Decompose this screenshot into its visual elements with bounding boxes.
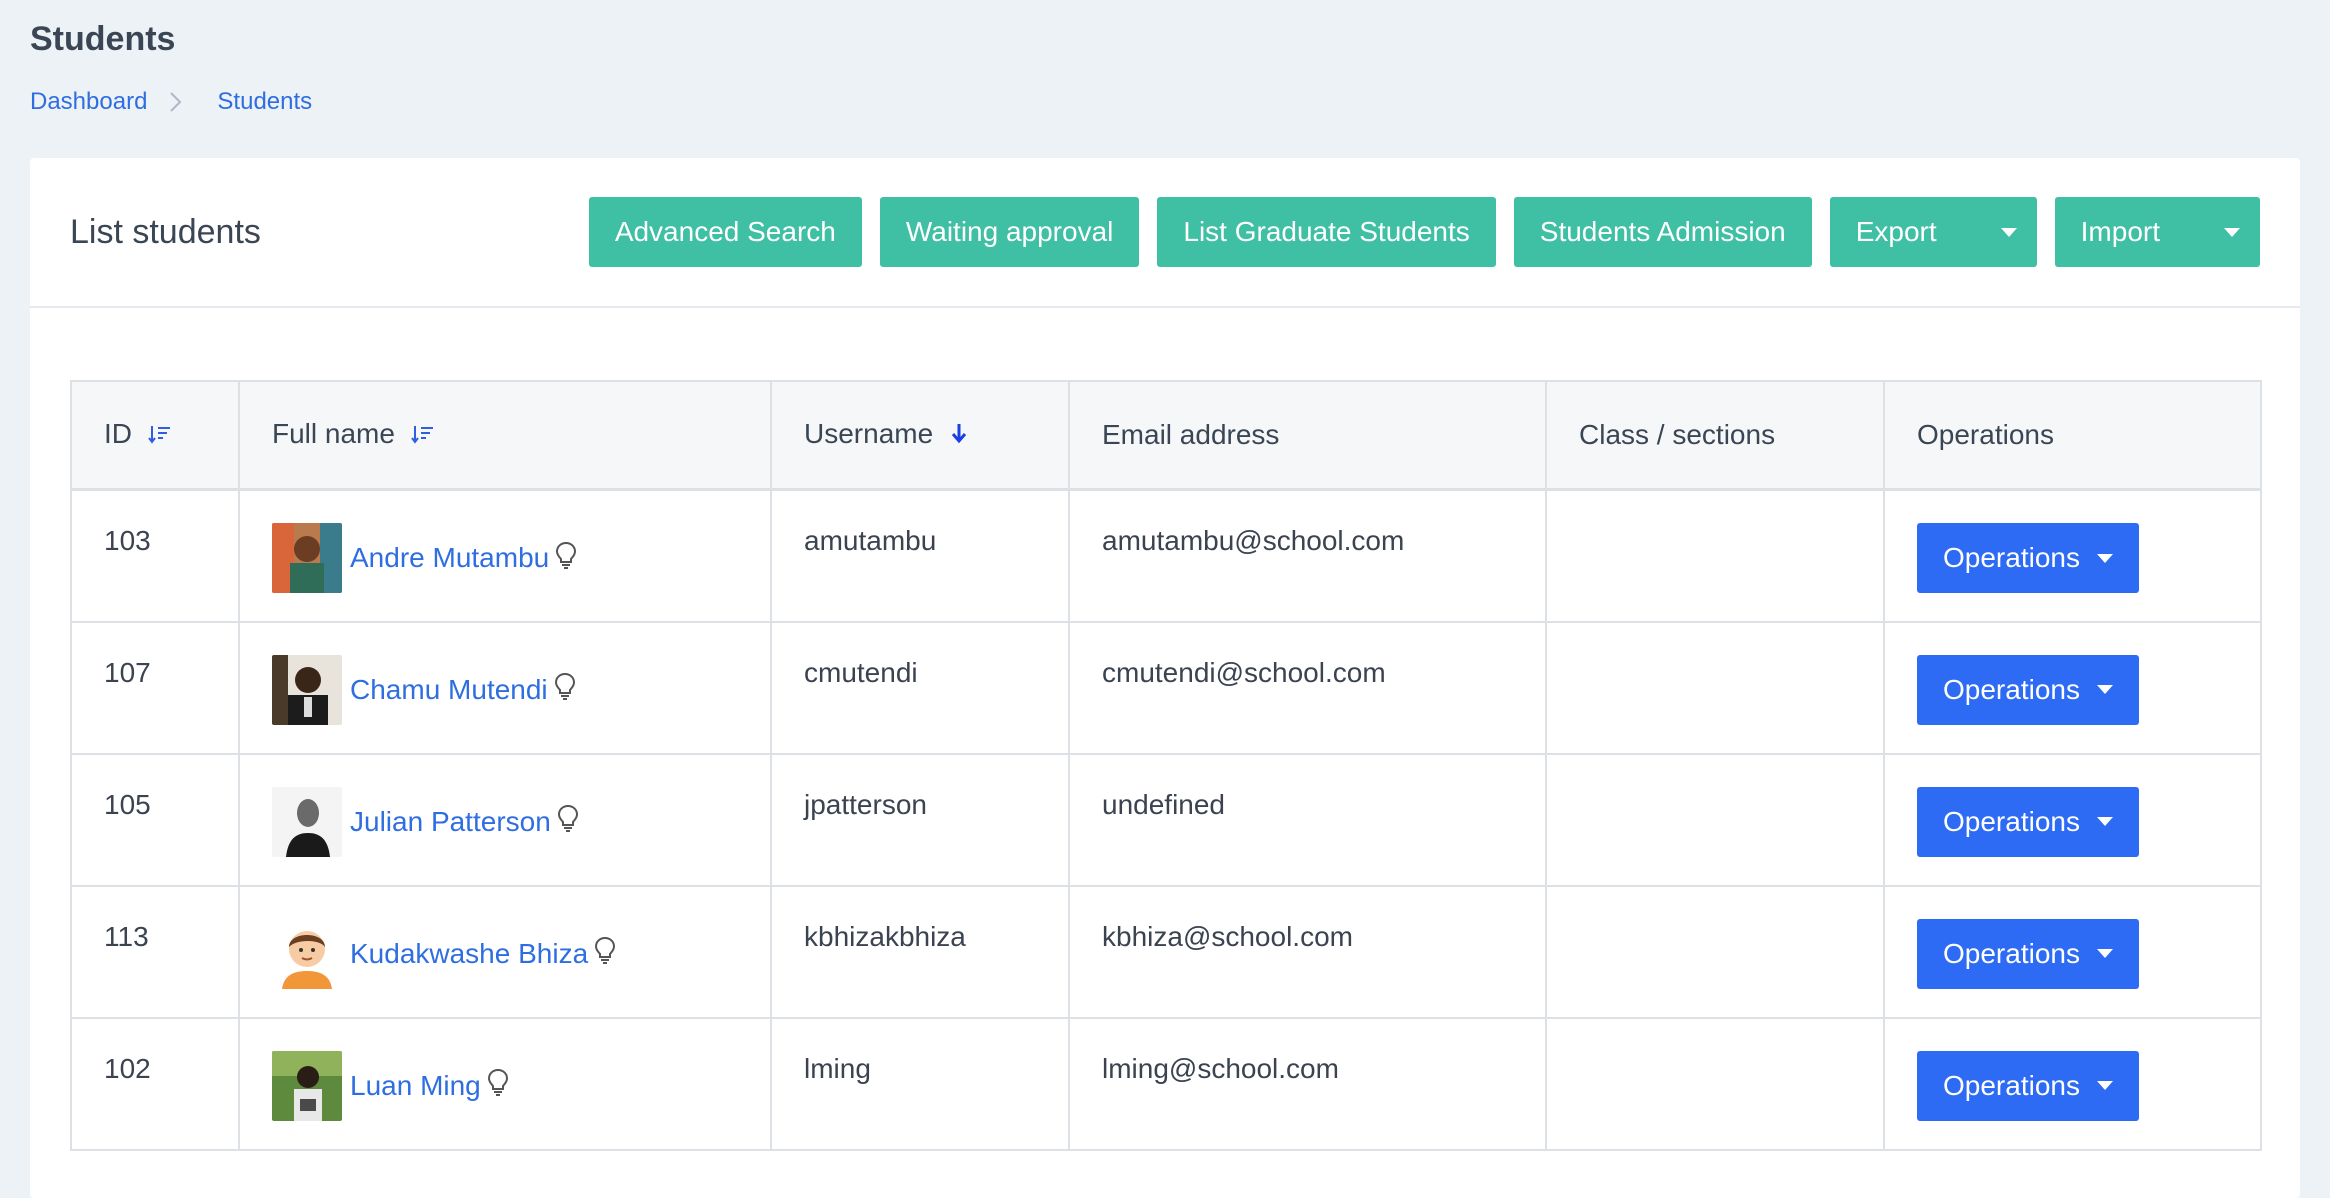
card-header: List students Advanced Search Waiting ap…: [30, 158, 2300, 308]
cell-full-name: Luan Ming: [238, 1016, 772, 1151]
cell-class: [1545, 752, 1885, 887]
caret-down-icon: [2097, 949, 2113, 958]
caret-down-icon: [2097, 1081, 2113, 1090]
avatar[interactable]: [272, 523, 342, 593]
table-row: 107 Chamu Mutendi cmutendi cmutendi@scho…: [70, 620, 2262, 755]
advanced-search-button[interactable]: Advanced Search: [588, 197, 862, 267]
caret-down-icon: [2097, 685, 2113, 694]
sort-icon[interactable]: [147, 420, 172, 452]
cell-email: kbhiza@school.com: [1068, 884, 1547, 1019]
cell-id: 107: [70, 620, 240, 755]
cell-operations: Operations: [1883, 620, 2262, 755]
cell-id: 105: [70, 752, 240, 887]
cell-full-name: Chamu Mutendi: [238, 620, 772, 755]
cell-class: [1545, 1016, 1885, 1151]
cell-id: 102: [70, 1016, 240, 1151]
cell-operations: Operations: [1883, 884, 2262, 1019]
breadcrumb: Dashboard Students: [30, 88, 312, 116]
lightbulb-icon[interactable]: [594, 936, 616, 971]
student-name-link[interactable]: Kudakwashe Bhiza: [350, 938, 588, 970]
cell-id: 103: [70, 488, 240, 623]
operations-dropdown-button[interactable]: Operations: [1917, 523, 2139, 593]
list-graduate-students-button[interactable]: List Graduate Students: [1157, 197, 1496, 267]
card-title: List students: [70, 212, 261, 251]
students-admission-button[interactable]: Students Admission: [1513, 197, 1812, 267]
cell-email: lming@school.com: [1068, 1016, 1547, 1151]
export-label: Export: [1855, 216, 1937, 247]
operations-dropdown-button[interactable]: Operations: [1917, 654, 2139, 725]
lightbulb-icon[interactable]: [487, 1068, 509, 1103]
arrow-down-icon[interactable]: [949, 420, 969, 452]
column-header-email: Email address: [1068, 380, 1547, 491]
avatar[interactable]: [272, 1050, 342, 1121]
avatar[interactable]: [272, 918, 342, 989]
caret-down-icon: [2224, 227, 2240, 237]
table-row: 105 Julian Patterson jpatterson undefine…: [70, 752, 2262, 887]
column-header-operations: Operations: [1883, 380, 2262, 491]
cell-email: cmutendi@school.com: [1068, 620, 1547, 755]
column-header-full-name[interactable]: Full name: [238, 380, 772, 491]
operations-dropdown-button[interactable]: Operations: [1917, 918, 2139, 989]
column-header-id[interactable]: ID: [70, 380, 240, 491]
breadcrumb-dashboard[interactable]: Dashboard: [30, 88, 147, 116]
cell-operations: Operations: [1883, 1016, 2262, 1151]
breadcrumb-students[interactable]: Students: [217, 88, 312, 116]
lightbulb-icon[interactable]: [557, 804, 579, 839]
caret-down-icon: [2097, 817, 2113, 826]
caret-down-icon: [2097, 553, 2113, 563]
cell-full-name: Julian Patterson: [238, 752, 772, 887]
column-header-class: Class / sections: [1545, 380, 1885, 491]
toolbar: Advanced Search Waiting approval List Gr…: [588, 197, 2260, 267]
cell-class: [1545, 488, 1885, 623]
cell-username: lming: [770, 1016, 1070, 1151]
cell-id: 113: [70, 884, 240, 1019]
page-header: Students Dashboard Students: [30, 18, 312, 116]
operations-dropdown-button[interactable]: Operations: [1917, 1050, 2139, 1121]
cell-email: undefined: [1068, 752, 1547, 887]
cell-full-name: Andre Mutambu: [238, 488, 772, 623]
cell-username: cmutendi: [770, 620, 1070, 755]
cell-username: jpatterson: [770, 752, 1070, 887]
cell-username: amutambu: [770, 488, 1070, 623]
student-name-link[interactable]: Chamu Mutendi: [350, 674, 548, 706]
cell-class: [1545, 620, 1885, 755]
import-dropdown-button[interactable]: Import: [2054, 197, 2260, 267]
cell-operations: Operations: [1883, 488, 2262, 623]
lightbulb-icon[interactable]: [555, 541, 577, 576]
page-title: Students: [30, 20, 176, 58]
student-name-link[interactable]: Luan Ming: [350, 1070, 481, 1102]
caret-down-icon: [2000, 227, 2017, 237]
cell-class: [1545, 884, 1885, 1019]
students-table: ID Full name Username Email address Clas…: [70, 380, 2262, 1151]
student-name-link[interactable]: Julian Patterson: [350, 806, 551, 838]
students-table-wrapper: ID Full name Username Email address Clas…: [70, 380, 2262, 1151]
cell-username: kbhizakbhiza: [770, 884, 1070, 1019]
cell-operations: Operations: [1883, 752, 2262, 887]
table-header-row: ID Full name Username Email address Clas…: [70, 380, 2262, 491]
sort-icon[interactable]: [410, 420, 435, 452]
student-name-link[interactable]: Andre Mutambu: [350, 542, 549, 574]
avatar[interactable]: [272, 786, 342, 857]
cell-full-name: Kudakwashe Bhiza: [238, 884, 772, 1019]
column-header-username[interactable]: Username: [770, 380, 1070, 491]
cell-email: amutambu@school.com: [1068, 488, 1547, 623]
chevron-right-icon: [169, 91, 195, 113]
export-dropdown-button[interactable]: Export: [1829, 197, 2037, 267]
waiting-approval-button[interactable]: Waiting approval: [879, 197, 1140, 267]
table-row: 103 Andre Mutambu amutambu amutambu@scho…: [70, 488, 2262, 623]
students-card: List students Advanced Search Waiting ap…: [30, 158, 2300, 1198]
import-label: Import: [2080, 216, 2160, 247]
avatar[interactable]: [272, 654, 342, 725]
lightbulb-icon[interactable]: [554, 672, 576, 707]
operations-dropdown-button[interactable]: Operations: [1917, 786, 2139, 857]
table-row: 102 Luan Ming lming lming@school.com Ope…: [70, 1016, 2262, 1151]
table-row: 113 Kudakwashe Bhiza kbhizakbhiza kbhiza…: [70, 884, 2262, 1019]
